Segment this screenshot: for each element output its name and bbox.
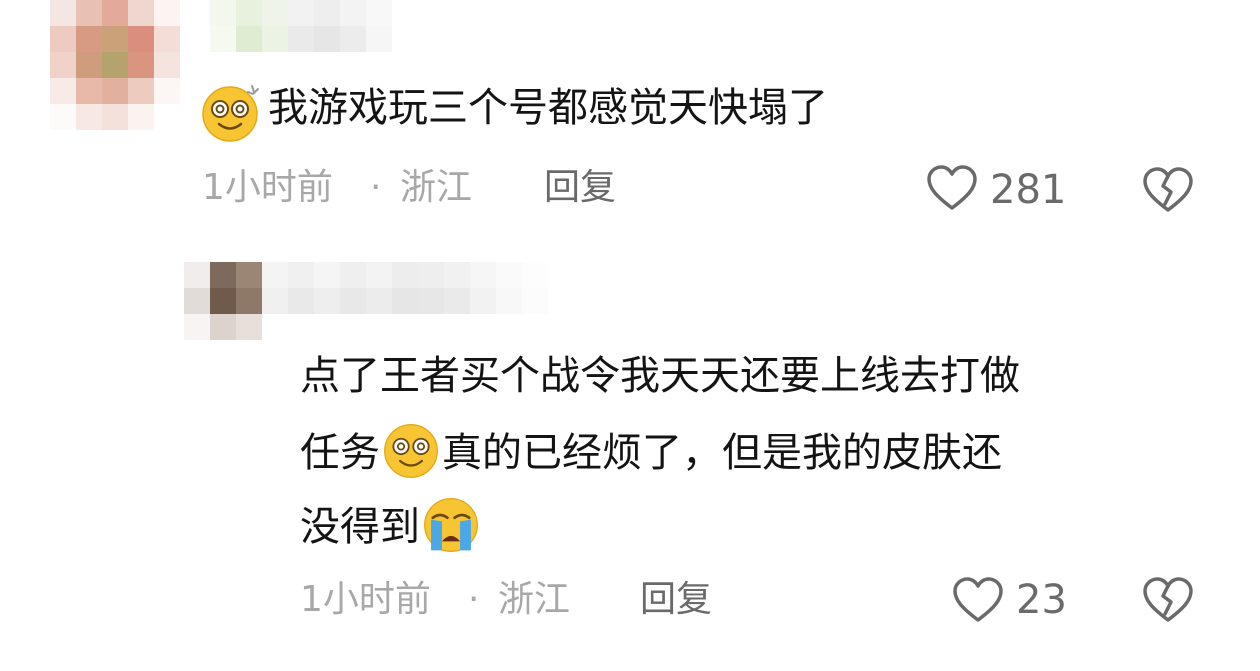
avatar[interactable] [184,262,262,340]
dislike-broken-heart-icon[interactable] [1142,576,1194,624]
like-count: 281 [990,167,1067,213]
username[interactable] [262,262,548,314]
like-heart-icon[interactable] [952,576,1004,624]
like-heart-icon[interactable] [926,164,978,212]
comment-time: 1小时前 [202,167,333,208]
dizzy-face-emoji-icon [200,80,264,144]
comment-location: 浙江 [498,579,571,620]
dizzy-face-emoji-icon [384,424,438,478]
comment-text-line-1: 点了王者买个战令我天天还要上线去打做 [300,353,1020,399]
avatar[interactable] [50,0,180,130]
comment-location: 浙江 [400,167,473,208]
comment-text: 我游戏玩三个号都感觉天快塌了 [268,85,828,131]
meta-separator: · [468,579,480,620]
comment-text-line-3: 没得到 [300,496,482,554]
username[interactable] [210,0,396,52]
dislike-broken-heart-icon[interactable] [1142,166,1194,214]
reply-button[interactable]: 回复 [544,168,616,208]
meta-separator: · [370,167,382,208]
crying-face-emoji-icon [424,498,478,552]
comment-text-line-2: 任务 真的已经烦了，但是我的皮肤还 [300,422,1002,480]
comment-time: 1小时前 [300,579,431,620]
like-count: 23 [1016,577,1067,623]
reply-button[interactable]: 回复 [640,580,712,620]
